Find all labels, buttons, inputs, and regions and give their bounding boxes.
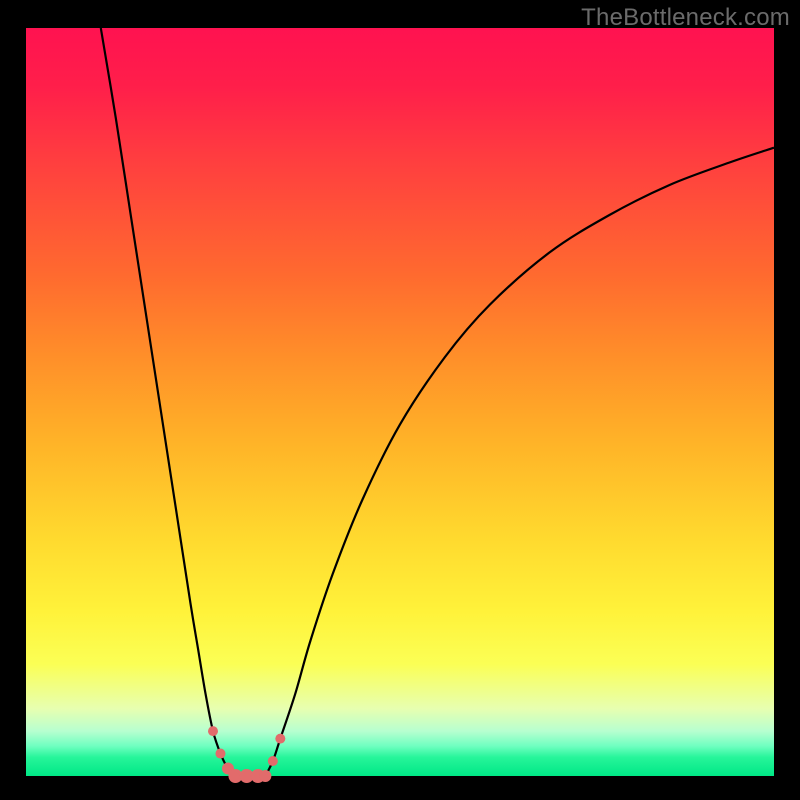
marker-point — [208, 726, 218, 736]
watermark-text: TheBottleneck.com — [581, 4, 790, 32]
curve-left-branch — [101, 28, 236, 776]
chart-svg — [26, 28, 774, 776]
marker-point — [268, 756, 278, 766]
plot-area — [26, 28, 774, 776]
marker-point — [275, 734, 285, 744]
marker-group — [208, 726, 285, 783]
marker-point — [215, 749, 225, 759]
marker-point — [259, 770, 271, 782]
curve-right-branch — [265, 148, 774, 776]
